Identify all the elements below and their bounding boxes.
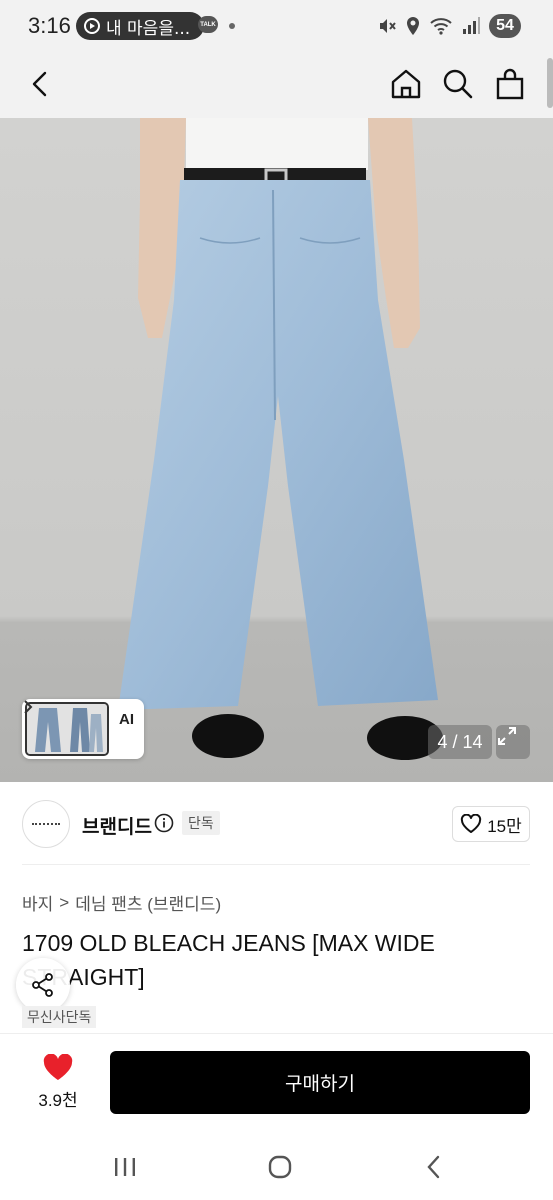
notification-text: 내 마음을... [106,18,191,39]
status-icons: 54 [377,14,521,38]
play-icon [84,18,100,34]
brand-row: 브랜디드 단독 15만 [0,782,553,864]
heart-outline-icon [461,814,482,833]
product-photo [0,118,553,782]
heart-filled-icon [43,1054,73,1080]
media-notification-pill[interactable]: 내 마음을... [76,12,205,40]
purchase-bar: 3.9천 구매하기 [0,1033,553,1133]
scroll-indicator [547,58,553,108]
thumbnail-image [25,702,109,756]
search-button[interactable] [436,62,480,106]
top-navigation [0,52,553,118]
breadcrumb-separator: > [59,892,70,912]
location-icon [407,17,419,35]
android-navigation-bar [0,1133,553,1200]
ai-label: AI [119,711,134,728]
buy-button[interactable]: 구매하기 [110,1051,530,1114]
recent-apps-button[interactable] [103,1149,147,1185]
divider [22,864,530,865]
notification-dot-icon [229,23,235,29]
shopping-bag-icon [496,68,524,100]
back-arrow-icon [32,71,47,97]
chevron-right-icon [24,700,33,714]
brand-like-button[interactable]: 15만 [452,806,530,842]
breadcrumb-item-pants[interactable]: 바지 [22,890,53,915]
cart-button[interactable] [488,62,532,106]
recent-apps-icon [115,1158,135,1176]
product-title: 1709 OLD BLEACH JEANS [MAX WIDE STRAIGHT… [22,930,435,990]
home-button[interactable] [384,62,428,106]
brand-logo-mark [32,823,60,825]
share-button[interactable] [16,958,70,1012]
breadcrumb-item-denim-pants[interactable]: 데님 팬츠 (브랜디드) [75,890,221,915]
breadcrumb: 바지 > 데님 팬츠 (브랜디드) [22,890,221,915]
back-nav-button[interactable] [412,1149,456,1185]
home-circle-icon [268,1155,292,1179]
status-time: 3:16 [28,13,71,38]
wishlist-button[interactable]: 3.9천 [28,1054,88,1111]
ai-thumbnail-card[interactable]: AI [22,699,144,759]
wishlist-count: 3.9천 [38,1091,78,1110]
brand-logo[interactable] [22,800,70,848]
status-bar: 3:16 내 마음을... TALK 54 [0,0,553,52]
exclusive-tag: 단독 [182,811,220,835]
signal-icon [463,17,480,34]
product-image-gallery[interactable]: AI 4 / 14 [0,118,553,782]
battery-badge: 54 [489,14,521,38]
mute-icon [380,19,396,33]
home-icon [391,69,421,99]
share-icon [32,973,53,997]
info-icon[interactable] [154,813,174,833]
expand-button[interactable] [496,725,530,759]
store-exclusive-tag: 무신사단독 [22,1006,97,1028]
wifi-icon [430,18,452,35]
home-nav-button[interactable] [258,1149,302,1185]
brand-like-count: 15만 [487,816,522,836]
search-icon [443,69,473,99]
kakaotalk-icon: TALK [198,16,218,33]
brand-name[interactable]: 브랜디드 [82,812,152,839]
expand-icon [498,727,516,745]
back-chevron-icon [427,1155,440,1179]
image-counter: 4 / 14 [428,725,492,759]
back-button[interactable] [18,62,62,106]
